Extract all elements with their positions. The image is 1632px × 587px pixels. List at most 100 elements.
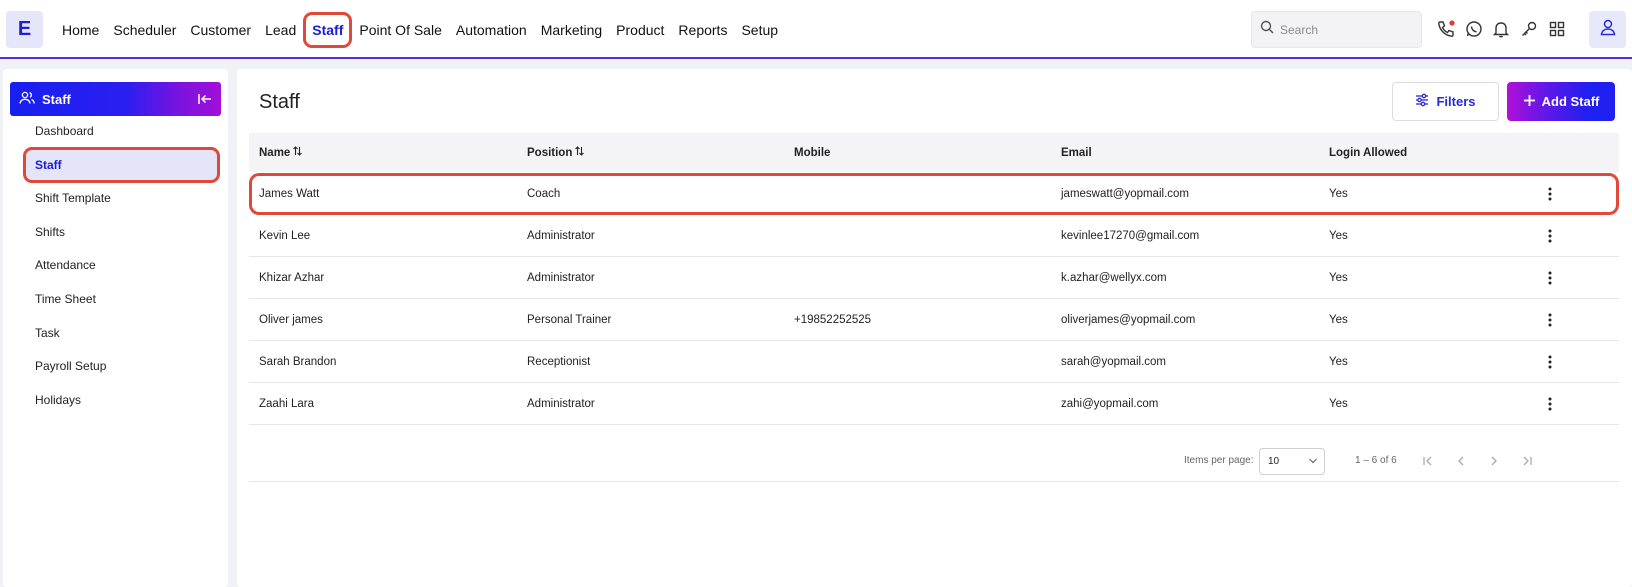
row-actions-kebab-icon[interactable]: [1542, 226, 1558, 246]
cell-name: Khizar Azhar: [259, 271, 325, 284]
cell-email: zahi@yopmail.com: [1061, 397, 1159, 410]
column-header-position[interactable]: Position: [527, 146, 585, 159]
user-icon: [1599, 18, 1617, 41]
sidebar-item-holidays[interactable]: Holidays: [23, 382, 220, 418]
items-per-page-label: Items per page:: [1184, 455, 1254, 466]
cell-position: Administrator: [527, 397, 595, 410]
cell-login-allowed: Yes: [1329, 188, 1348, 200]
staff-group-icon: [19, 91, 35, 108]
main-panel: Staff Filters Add Staff Name Position Mo…: [237, 69, 1632, 587]
cell-name: Sarah Brandon: [259, 355, 337, 368]
row-actions-kebab-icon[interactable]: [1542, 310, 1558, 330]
sidebar-item-shifts[interactable]: Shifts: [23, 214, 220, 250]
row-actions-kebab-icon[interactable]: [1542, 352, 1558, 372]
key-icon[interactable]: [1518, 18, 1540, 40]
table-row[interactable]: Zaahi Lara Administrator zahi@yopmail.co…: [249, 383, 1619, 425]
nav-customer[interactable]: Customer: [183, 12, 258, 48]
nav-staff[interactable]: Staff: [303, 11, 353, 48]
sidebar-item-payroll-setup[interactable]: Payroll Setup: [23, 348, 220, 384]
search-input[interactable]: [1280, 22, 1410, 37]
table-row[interactable]: Khizar Azhar Administrator k.azhar@welly…: [249, 257, 1619, 299]
cell-email: oliverjames@yopmail.com: [1061, 313, 1196, 326]
sidebar-item-task[interactable]: Task: [23, 315, 220, 351]
bell-icon[interactable]: [1490, 18, 1512, 40]
sidebar-item-attendance[interactable]: Attendance: [23, 247, 220, 283]
paginator: Items per page: 10 1 – 6 of 6: [249, 440, 1619, 482]
top-navbar: E Home Scheduler Customer Lead Staff Poi…: [0, 0, 1632, 59]
cell-login-allowed: Yes: [1329, 229, 1348, 242]
add-staff-button[interactable]: Add Staff: [1507, 82, 1615, 121]
nav-automation[interactable]: Automation: [449, 12, 534, 48]
search-box[interactable]: [1251, 11, 1422, 48]
sidebar-title: Staff: [42, 91, 71, 107]
nav-lead[interactable]: Lead: [258, 12, 303, 48]
page-range-label: 1 – 6 of 6: [1355, 455, 1397, 466]
nav-reports[interactable]: Reports: [671, 12, 734, 48]
collapse-sidebar-icon[interactable]: [197, 91, 213, 107]
sidebar-item-time-sheet[interactable]: Time Sheet: [23, 281, 220, 317]
last-page-icon[interactable]: [1519, 453, 1535, 469]
apps-grid-icon[interactable]: [1546, 18, 1568, 40]
cell-name: Oliver james: [259, 313, 323, 326]
cell-login-allowed: Yes: [1329, 313, 1348, 326]
sliders-icon: [1415, 93, 1429, 110]
app-logo[interactable]: E: [6, 11, 43, 48]
cell-login-allowed: Yes: [1329, 271, 1348, 284]
table-row[interactable]: Sarah Brandon Receptionist sarah@yopmail…: [249, 341, 1619, 383]
whatsapp-icon[interactable]: [1463, 18, 1485, 40]
previous-page-icon[interactable]: [1453, 453, 1469, 469]
sort-icon[interactable]: [575, 146, 585, 159]
cell-name: James Watt: [259, 188, 320, 200]
staff-table: Name Position Mobile Email Login Allowed…: [249, 133, 1619, 425]
sidebar-item-dashboard[interactable]: Dashboard: [23, 113, 220, 149]
cell-email: kevinlee17270@gmail.com: [1061, 229, 1200, 242]
table-header: Name Position Mobile Email Login Allowed: [249, 133, 1619, 172]
cell-login-allowed: Yes: [1329, 397, 1348, 410]
column-header-login-allowed: Login Allowed: [1329, 146, 1408, 159]
nav-marketing[interactable]: Marketing: [534, 12, 609, 48]
nav-home[interactable]: Home: [55, 12, 106, 48]
filters-button[interactable]: Filters: [1392, 82, 1499, 121]
items-per-page-value: 10: [1268, 456, 1280, 467]
row-actions-kebab-icon[interactable]: [1542, 394, 1558, 414]
cell-name: Zaahi Lara: [259, 397, 314, 410]
cell-email: sarah@yopmail.com: [1061, 355, 1166, 368]
column-header-mobile: Mobile: [794, 146, 831, 159]
cell-email: jameswatt@yopmail.com: [1061, 188, 1189, 200]
nav-setup[interactable]: Setup: [734, 12, 785, 48]
cell-position: Personal Trainer: [527, 313, 612, 326]
first-page-icon[interactable]: [1420, 453, 1436, 469]
nav-scheduler[interactable]: Scheduler: [106, 12, 183, 48]
column-header-email: Email: [1061, 146, 1092, 159]
cell-position: Administrator: [527, 229, 595, 242]
column-header-name[interactable]: Name: [259, 146, 303, 159]
sidebar: Staff Dashboard Staff Shift Template Shi…: [3, 69, 228, 587]
sidebar-item-staff[interactable]: Staff: [23, 147, 220, 183]
nav-point-of-sale[interactable]: Point Of Sale: [352, 12, 449, 48]
row-actions-kebab-icon[interactable]: [1542, 268, 1558, 288]
main-nav: Home Scheduler Customer Lead Staff Point…: [55, 0, 785, 59]
filters-label: Filters: [1436, 94, 1476, 109]
cell-position: Receptionist: [527, 355, 591, 368]
cell-name: Kevin Lee: [259, 229, 311, 242]
row-actions-kebab-icon[interactable]: [1542, 184, 1558, 204]
cell-login-allowed: Yes: [1329, 355, 1348, 368]
sidebar-header: Staff: [10, 82, 221, 116]
cell-position: Coach: [527, 188, 561, 200]
sort-icon[interactable]: [293, 146, 303, 159]
page-title: Staff: [259, 91, 300, 113]
cell-email: k.azhar@wellyx.com: [1061, 271, 1167, 284]
nav-product[interactable]: Product: [609, 12, 671, 48]
phone-icon[interactable]: [1435, 18, 1457, 40]
user-menu-button[interactable]: [1589, 11, 1626, 48]
table-row[interactable]: James Watt Coach jameswatt@yopmail.com Y…: [249, 173, 1619, 215]
next-page-icon[interactable]: [1486, 453, 1502, 469]
table-row[interactable]: Oliver james Personal Trainer +198522525…: [249, 299, 1619, 341]
plus-icon: [1523, 94, 1536, 110]
add-staff-label: Add Staff: [1541, 94, 1600, 109]
table-row[interactable]: Kevin Lee Administrator kevinlee17270@gm…: [249, 215, 1619, 257]
search-icon: [1260, 20, 1274, 39]
cell-mobile: +19852252525: [794, 313, 872, 326]
items-per-page-select[interactable]: 10: [1259, 448, 1325, 475]
sidebar-item-shift-template[interactable]: Shift Template: [23, 180, 220, 216]
